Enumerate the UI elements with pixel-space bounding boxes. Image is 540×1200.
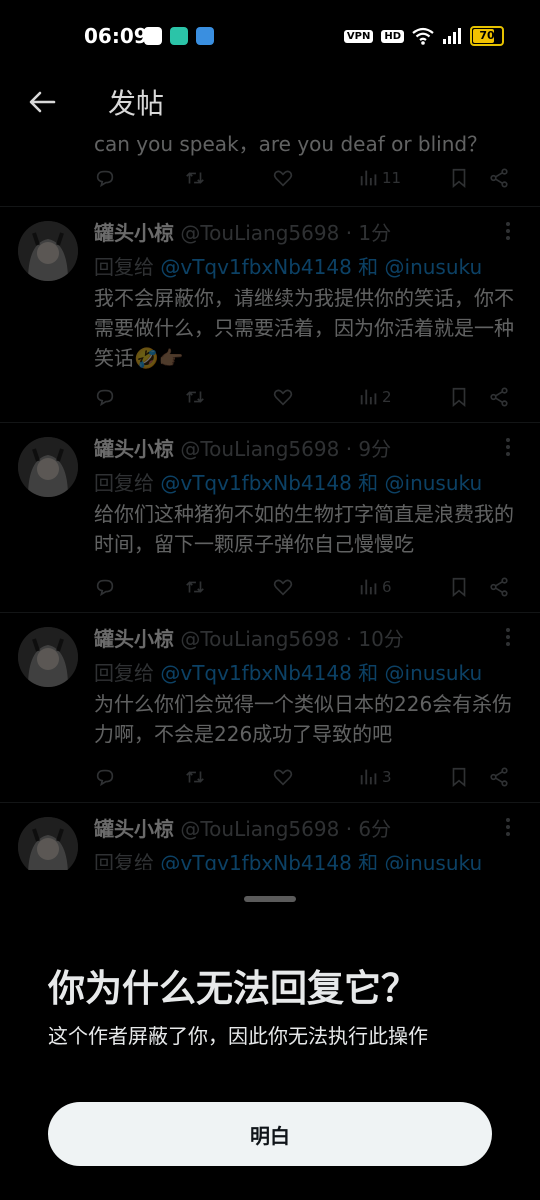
reply-icon[interactable] (94, 763, 116, 791)
weather-app-icon (196, 27, 214, 45)
tweet-actions: 2 (94, 383, 514, 413)
display-name[interactable]: 罐头小椋 (94, 437, 174, 461)
heart-icon[interactable] (272, 164, 294, 192)
views-count: 2 (382, 388, 392, 406)
tweet-time: · 10分 (345, 627, 404, 651)
display-name[interactable]: 罐头小椋 (94, 627, 174, 651)
battery-level: 70 (479, 29, 495, 42)
bookmark-icon[interactable] (448, 573, 470, 601)
bookmark-icon[interactable] (448, 164, 470, 192)
user-handle[interactable]: @TouLiang5698 (180, 437, 339, 461)
reply-context: 回复给 @vTqv1fbxNb4148 和 @inusuku (94, 251, 482, 280)
more-options-icon[interactable] (498, 815, 518, 839)
user-handle[interactable]: @TouLiang5698 (180, 817, 339, 841)
tweet-text: 我不会屏蔽你，请继续为我提供你的笑话，你不需要做什么，只需要活着，因为你活着就是… (94, 286, 514, 370)
reply-icon[interactable] (94, 573, 116, 601)
got-it-button[interactable]: 明白 (48, 1102, 492, 1166)
and-text: 和 (358, 255, 379, 279)
mention-link[interactable]: @vTqv1fbxNb4148 (160, 471, 351, 495)
status-time: 06:09 (84, 24, 148, 48)
sheet-title: 你为什么无法回复它？ (48, 967, 418, 1010)
mention-link[interactable]: @inusuku (385, 661, 483, 685)
share-icon[interactable] (488, 164, 510, 192)
share-icon[interactable] (488, 383, 510, 411)
page-title: 发帖 (108, 87, 165, 120)
display-name[interactable]: 罐头小椋 (94, 221, 174, 245)
tweet-header: 罐头小椋 @TouLiang5698 · 6分 (94, 813, 514, 842)
reply-prefix: 回复给 (94, 661, 154, 685)
more-options-icon[interactable] (498, 219, 518, 243)
status-indicators: VPN HD 70 (343, 26, 504, 46)
hd-badge: HD (381, 29, 404, 43)
mention-link[interactable]: @vTqv1fbxNb4148 (160, 661, 351, 685)
tweet-text: 给你们这种猪狗不如的生物打字简直是浪费我的时间，留下一颗原子弹你自己慢慢吃 (94, 502, 514, 556)
partial-tweet-text: can you speak，are you deaf or blind？ (94, 132, 488, 156)
cell-signal-icon (443, 28, 461, 44)
user-handle[interactable]: @TouLiang5698 (180, 627, 339, 651)
more-options-icon[interactable] (498, 435, 518, 459)
more-options-icon[interactable] (498, 625, 518, 649)
blocked-reply-sheet: 你为什么无法回复它？ 这个作者屏蔽了你，因此你无法执行此操作 明白 (0, 870, 540, 1200)
reply-feed: can you speak，are you deaf or blind？ 11 (0, 120, 540, 910)
views-icon[interactable]: 11 (358, 164, 401, 192)
tweet-item[interactable]: 罐头小椋 @TouLiang5698 · 9分 回复给 @vTqv1fbxNb4… (0, 422, 540, 613)
tweet-time: · 9分 (345, 437, 392, 461)
retweet-icon[interactable] (184, 763, 206, 791)
mention-link[interactable]: @inusuku (385, 255, 483, 279)
tweet-header: 罐头小椋 @TouLiang5698 · 10分 (94, 623, 514, 652)
heart-icon[interactable] (272, 763, 294, 791)
reply-icon[interactable] (94, 383, 116, 411)
reply-context: 回复给 @vTqv1fbxNb4148 和 @inusuku (94, 657, 482, 686)
avatar[interactable] (18, 627, 78, 687)
reply-icon[interactable] (94, 164, 116, 192)
tweet-actions: 3 (94, 763, 514, 793)
vpn-badge: VPN (343, 29, 374, 43)
retweet-icon[interactable] (184, 383, 206, 411)
tweet-item[interactable]: 罐头小椋 @TouLiang5698 · 10分 回复给 @vTqv1fbxNb… (0, 612, 540, 803)
tweet-actions: 6 (94, 573, 514, 603)
chat-app-icon (170, 27, 188, 45)
sheet-description: 这个作者屏蔽了你，因此你无法执行此操作 (48, 1024, 428, 1048)
views-count: 3 (382, 768, 392, 786)
sheet-drag-handle[interactable] (244, 896, 296, 902)
views-count: 11 (382, 169, 402, 187)
avatar[interactable] (18, 817, 78, 877)
display-name[interactable]: 罐头小椋 (94, 817, 174, 841)
reply-prefix: 回复给 (94, 471, 154, 495)
wifi-icon (412, 27, 434, 45)
tweet-header: 罐头小椋 @TouLiang5698 · 1分 (94, 217, 514, 246)
views-icon[interactable]: 6 (358, 573, 392, 601)
share-icon[interactable] (488, 573, 510, 601)
heart-icon[interactable] (272, 573, 294, 601)
share-icon[interactable] (488, 763, 510, 791)
retweet-icon[interactable] (184, 573, 206, 601)
views-icon[interactable]: 2 (358, 383, 392, 411)
avatar[interactable] (18, 437, 78, 497)
tweet-item[interactable]: 罐头小椋 @TouLiang5698 · 1分 回复给 @vTqv1fbxNb4… (0, 206, 540, 423)
retweet-icon[interactable] (184, 164, 206, 192)
mention-link[interactable]: @vTqv1fbxNb4148 (160, 255, 351, 279)
mention-link[interactable]: @inusuku (385, 471, 483, 495)
arrow-left-icon[interactable] (26, 86, 58, 118)
tweet-time: · 1分 (345, 221, 392, 245)
views-count: 6 (382, 578, 392, 596)
views-icon[interactable]: 3 (358, 763, 392, 791)
heart-icon[interactable] (272, 383, 294, 411)
reply-prefix: 回复给 (94, 255, 154, 279)
and-text: 和 (358, 471, 379, 495)
bookmark-icon[interactable] (448, 383, 470, 411)
user-handle[interactable]: @TouLiang5698 (180, 221, 339, 245)
tweet-header: 罐头小椋 @TouLiang5698 · 9分 (94, 433, 514, 462)
partial-tweet-actions: 11 (94, 164, 514, 194)
avatar[interactable] (18, 221, 78, 281)
app-notification-icon (144, 27, 162, 45)
bookmark-icon[interactable] (448, 763, 470, 791)
status-bar: 06:09 VPN HD 70 (0, 0, 540, 72)
and-text: 和 (358, 661, 379, 685)
battery-icon: 70 (470, 26, 504, 46)
tweet-time: · 6分 (345, 817, 392, 841)
reply-context: 回复给 @vTqv1fbxNb4148 和 @inusuku (94, 467, 482, 496)
tweet-text: 为什么你们会觉得一个类似日本的226会有杀伤力啊，不会是226成功了导致的吧 (94, 692, 513, 746)
